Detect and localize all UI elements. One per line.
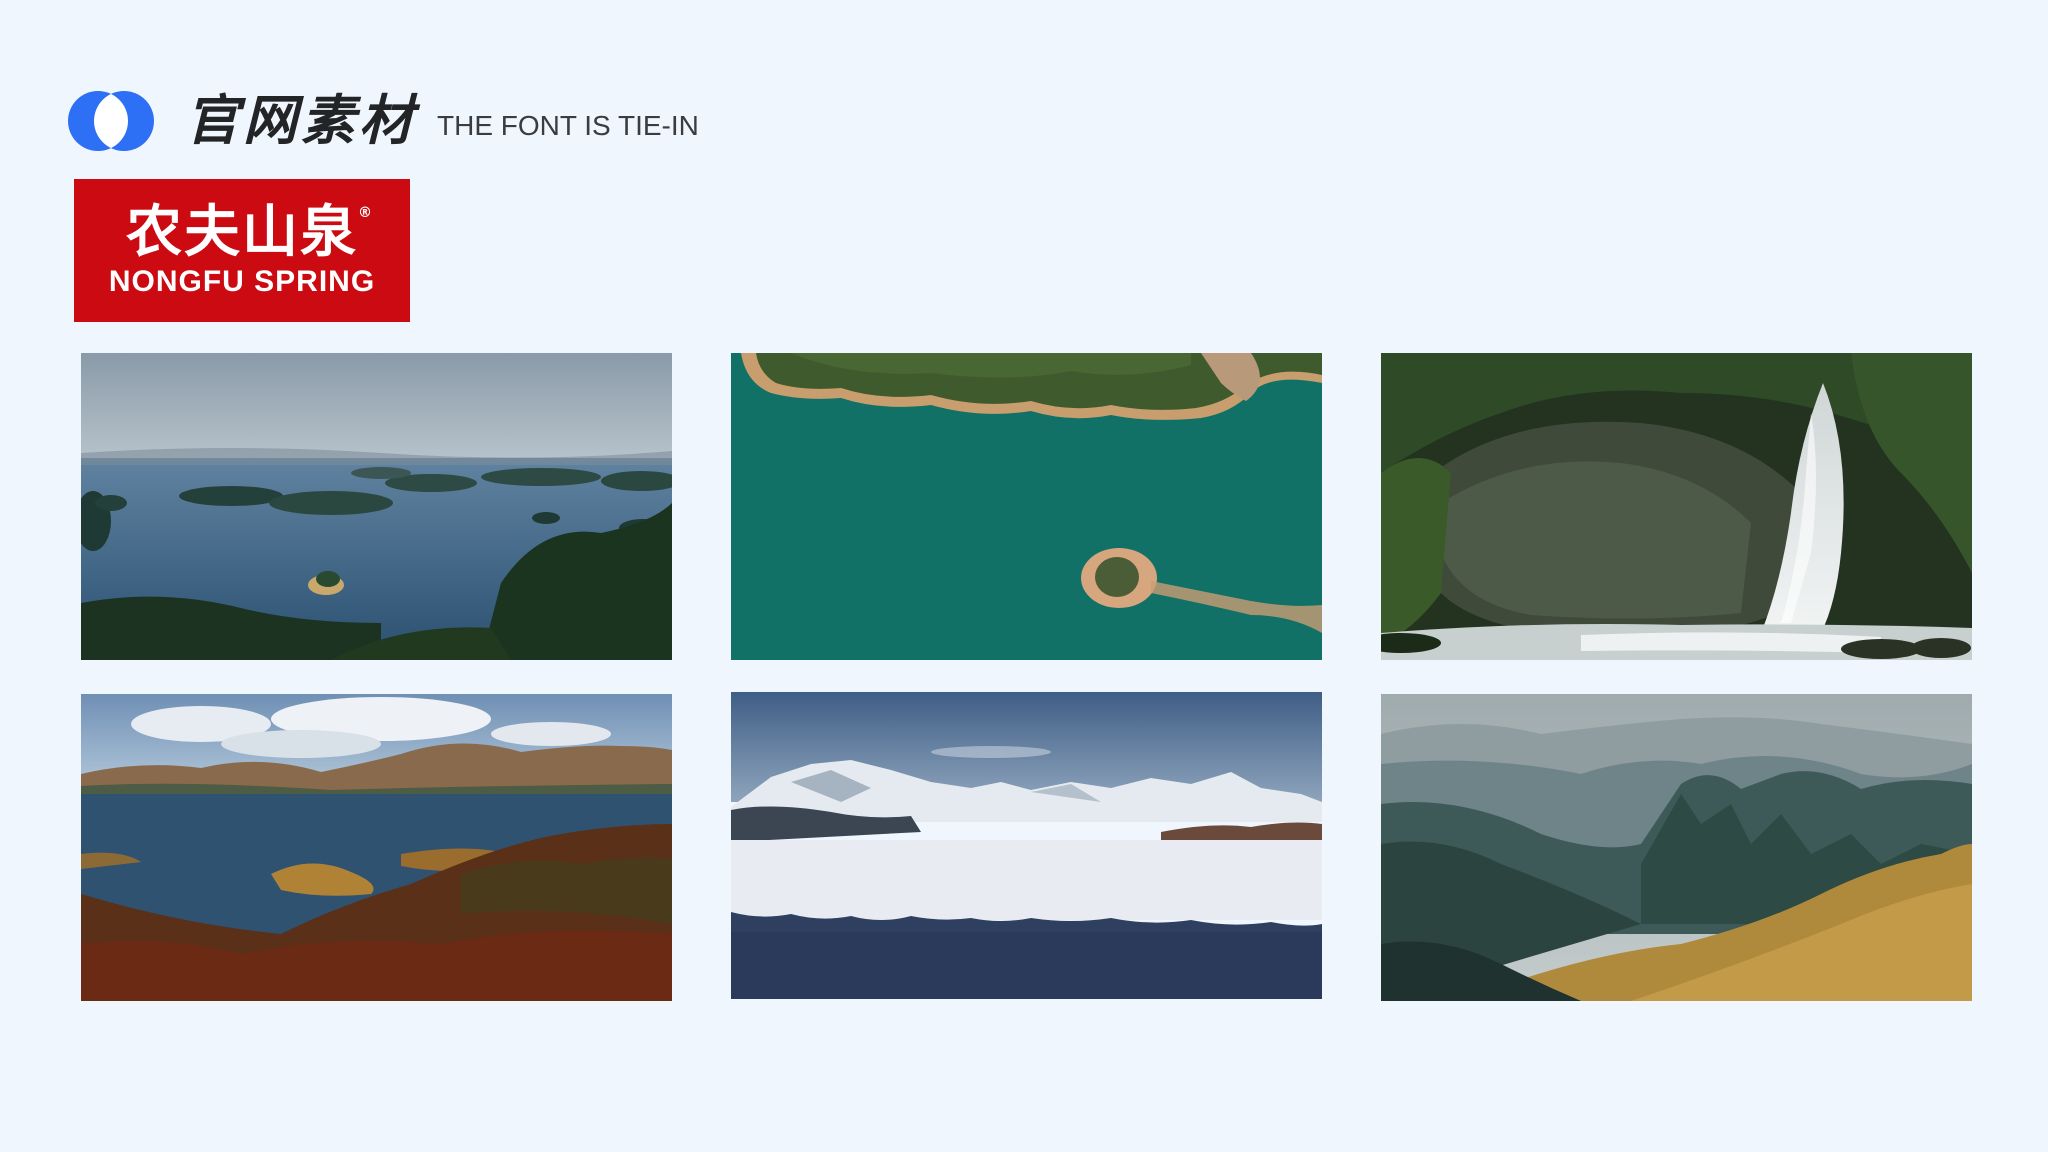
brand-name-cn: 农夫山泉 ® (126, 199, 372, 265)
overlapping-circles-logo-icon (68, 91, 154, 151)
photo-autumn-lake-hills (81, 694, 672, 1001)
brand-logo: 农夫山泉 ® NONGFU SPRING (74, 179, 410, 322)
photo-misty-mountain-range (1381, 694, 1972, 1001)
registered-mark: ® (358, 204, 374, 221)
photo-lake-islands (81, 353, 672, 660)
page-title: 官网素材 (185, 89, 417, 152)
photo-forest-waterfall (1381, 353, 1972, 660)
photo-snowy-mountains-river (731, 692, 1322, 999)
photo-aerial-turquoise-lake (731, 353, 1322, 660)
brand-name-en: NONGFU SPRING (108, 264, 376, 298)
page-subtitle: THE FONT IS TIE-IN (437, 110, 699, 141)
brand-name-cn-text: 农夫山泉 (126, 199, 358, 265)
page: 官网素材 THE FONT IS TIE-IN 农夫山泉 ® NONGFU SP… (0, 0, 2048, 1152)
